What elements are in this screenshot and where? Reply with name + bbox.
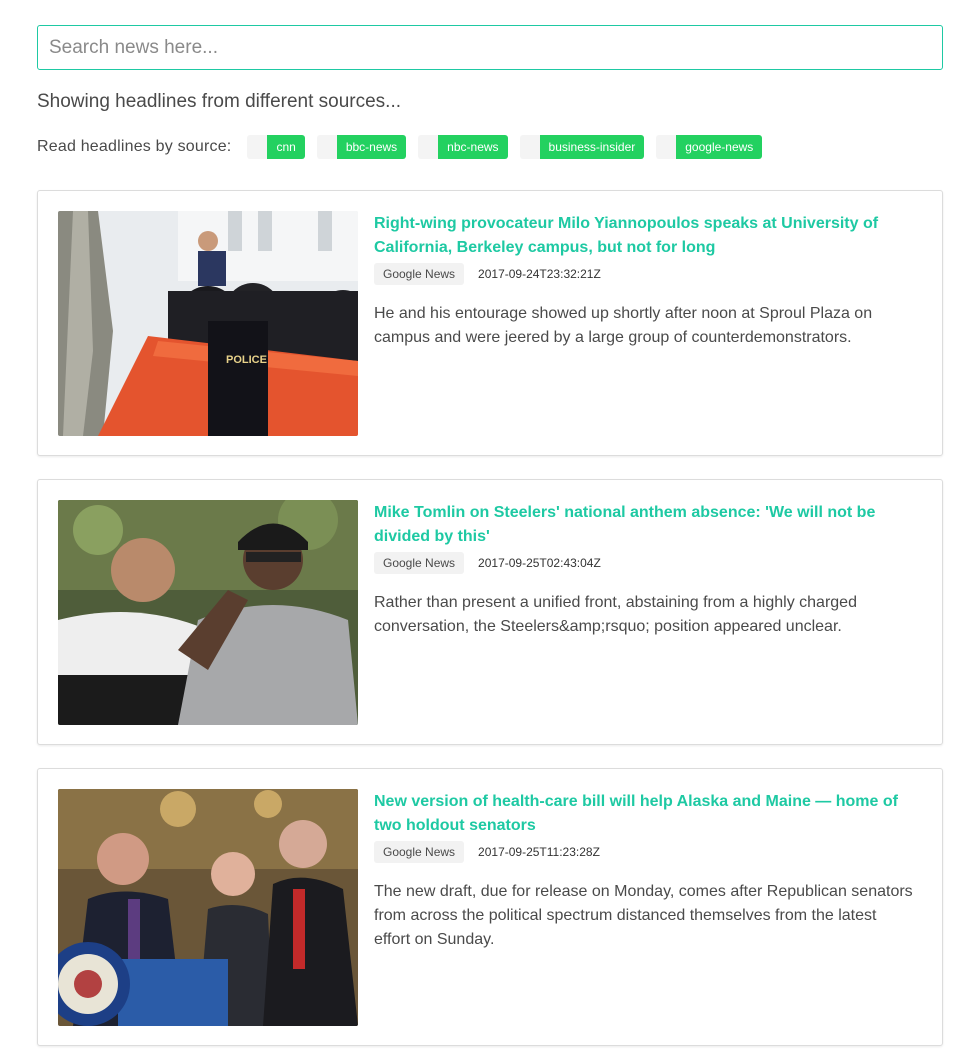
article-title-link[interactable]: Right-wing provocateur Milo Yiannopoulos… bbox=[374, 212, 914, 260]
article-source-badge: Google News bbox=[374, 841, 465, 863]
source-tag-cnn[interactable]: cnn bbox=[247, 135, 305, 159]
source-tag-label: business-insider bbox=[539, 135, 645, 159]
article-title-link[interactable]: Mike Tomlin on Steelers' national anthem… bbox=[374, 501, 914, 549]
page-heading: Showing headlines from different sources… bbox=[37, 91, 402, 112]
image-police-text: POLICE bbox=[226, 354, 267, 366]
article-description: Rather than present a unified front, abs… bbox=[374, 594, 857, 635]
news-page: Showing headlines from different sources… bbox=[0, 0, 973, 1059]
article-date: 2017-09-25T02:43:04Z bbox=[478, 556, 601, 570]
article-source-badge: Google News bbox=[374, 263, 465, 285]
source-filter: Read headlines by source: cnn bbc-news n… bbox=[37, 135, 774, 159]
source-tag-label: bbc-news bbox=[336, 135, 407, 159]
source-tag-label: cnn bbox=[267, 135, 305, 159]
article-image[interactable] bbox=[58, 789, 358, 1026]
source-tag-label: nbc-news bbox=[438, 135, 508, 159]
article-source-badge: Google News bbox=[374, 552, 465, 574]
source-tag-business-insider[interactable]: business-insider bbox=[519, 135, 645, 159]
article-date: 2017-09-25T11:23:28Z bbox=[478, 845, 600, 859]
news-card: Mike Tomlin on Steelers' national anthem… bbox=[37, 479, 943, 745]
source-tag-nbc-news[interactable]: nbc-news bbox=[418, 135, 508, 159]
article-image[interactable] bbox=[58, 500, 358, 725]
article-description: He and his entourage showed up shortly a… bbox=[374, 305, 873, 346]
source-label: Read headlines by source: bbox=[37, 138, 232, 155]
source-tag-google-news[interactable]: google-news bbox=[656, 135, 763, 159]
news-card: POLICE Right-wing provocateur Milo Yiann… bbox=[37, 190, 943, 456]
article-image[interactable]: POLICE bbox=[58, 211, 358, 436]
source-tag-bbc-news[interactable]: bbc-news bbox=[316, 135, 407, 159]
search-input[interactable] bbox=[37, 25, 943, 70]
article-description: The new draft, due for release on Monday… bbox=[374, 883, 913, 948]
coach-photo bbox=[58, 500, 358, 725]
article-title-link[interactable]: New version of health-care bill will hel… bbox=[374, 790, 914, 838]
protest-photo: POLICE bbox=[58, 211, 358, 436]
news-card: New version of health-care bill will hel… bbox=[37, 768, 943, 1046]
source-tag-label: google-news bbox=[676, 135, 763, 159]
article-date: 2017-09-24T23:32:21Z bbox=[478, 267, 601, 281]
senators-photo bbox=[58, 789, 358, 1026]
